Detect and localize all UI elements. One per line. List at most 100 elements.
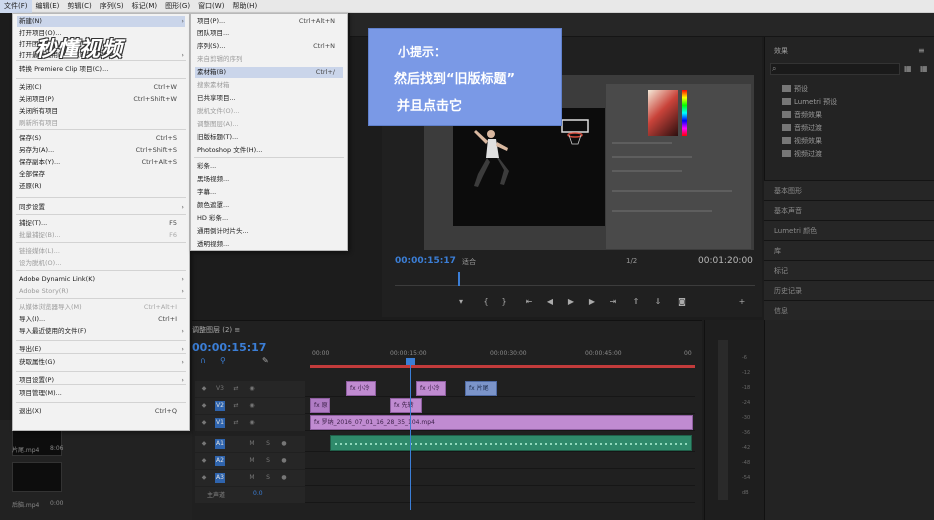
panel-history[interactable]: 历史记录 — [764, 280, 934, 300]
menu-marker[interactable]: 标记(M) — [128, 0, 162, 13]
button-editor-icon[interactable]: + — [736, 296, 748, 308]
step-forward-icon[interactable]: ▶ — [586, 296, 598, 308]
file-menu-item[interactable]: 退出(X) Ctrl+Q — [17, 406, 185, 417]
new-menu-item[interactable]: 彩条... — [195, 161, 343, 172]
menu-clip[interactable]: 剪辑(C) — [63, 0, 95, 13]
timeline-clip[interactable]: fx 原 — [310, 398, 330, 413]
track-target[interactable]: A3 — [215, 473, 225, 483]
panel-menu-icon[interactable]: ≡ — [918, 46, 925, 55]
step-back-icon[interactable]: ◀ — [544, 296, 556, 308]
go-to-in-icon[interactable]: ⇤ — [523, 296, 535, 308]
file-menu-item[interactable]: 关闭项目(P) Ctrl+Shift+W — [17, 94, 185, 105]
playhead-handle[interactable] — [406, 358, 415, 365]
file-menu-item[interactable]: 全部保存 — [17, 169, 185, 180]
timeline-playhead[interactable] — [410, 360, 411, 510]
linked-selection-icon[interactable]: ⚲ — [220, 356, 226, 365]
mic-icon[interactable]: ● — [279, 473, 289, 483]
file-menu-item[interactable]: 项目管理(M)... — [17, 388, 185, 399]
panel-basic-sound[interactable]: 基本声音 — [764, 200, 934, 220]
play-icon[interactable]: ▶ — [565, 296, 577, 308]
new-preset-icon[interactable]: ▦ — [920, 64, 928, 73]
new-menu-item[interactable]: 序列(S)... Ctrl+N — [195, 41, 343, 52]
sync-lock-icon[interactable]: ⇄ — [231, 401, 241, 411]
go-to-out-icon[interactable]: ⇥ — [607, 296, 619, 308]
effects-search-input[interactable] — [770, 63, 900, 75]
new-menu-item[interactable]: 颜色遮罩... — [195, 200, 343, 211]
file-menu-item[interactable]: Adobe Dynamic Link(K) › — [17, 274, 185, 285]
timeline-clip[interactable]: fx 片尾 — [465, 381, 497, 396]
track-target[interactable]: A1 — [215, 439, 225, 449]
mute-button[interactable]: M — [247, 456, 257, 466]
mute-button[interactable]: M — [247, 439, 257, 449]
eye-icon[interactable]: ◉ — [247, 384, 257, 394]
panel-libraries[interactable]: 库 — [764, 240, 934, 260]
extract-icon[interactable]: ⇓ — [652, 296, 664, 308]
effects-folder[interactable]: 视频效果 — [782, 136, 822, 146]
timeline-clip[interactable]: fx 小冷 — [346, 381, 376, 396]
timeline-timecode[interactable]: 00:00:15:17 — [192, 341, 266, 354]
lock-icon[interactable]: ◆ — [199, 456, 209, 466]
file-menu-item[interactable]: 项目设置(P) › — [17, 375, 185, 386]
menu-graphics[interactable]: 图形(G) — [161, 0, 194, 13]
effects-folder[interactable]: Lumetri 预设 — [782, 97, 837, 107]
file-menu-item[interactable]: 转换 Premiere Clip 项目(C)... — [17, 64, 185, 75]
lock-icon[interactable]: ◆ — [199, 384, 209, 394]
current-timecode[interactable]: 00:00:15:17 — [395, 256, 456, 266]
new-menu-item[interactable]: 黑场视频... — [195, 174, 343, 185]
effects-panel-title[interactable]: 效果 — [774, 46, 788, 56]
panel-markers[interactable]: 标记 — [764, 260, 934, 280]
panel-basic-graphics[interactable]: 基本图形 — [764, 180, 934, 200]
lock-icon[interactable]: ◆ — [199, 418, 209, 428]
master-volume[interactable]: 0.0 — [253, 490, 263, 497]
media-thumbnail[interactable] — [12, 462, 62, 492]
file-menu-item[interactable]: 捕捉(T)... F5 — [17, 218, 185, 229]
mute-button[interactable]: M — [247, 473, 257, 483]
eye-icon[interactable]: ◉ — [247, 418, 257, 428]
file-menu-item[interactable]: 还原(R) — [17, 181, 185, 192]
new-menu-item[interactable]: 团队项目... — [195, 28, 343, 39]
menu-edit[interactable]: 编辑(E) — [32, 0, 64, 13]
timeline-title[interactable]: 调整图层 (2) ≡ — [192, 325, 240, 335]
track-target[interactable]: V1 — [215, 418, 225, 428]
new-menu-item[interactable]: 字幕... — [195, 187, 343, 198]
snap-icon[interactable]: ∩ — [200, 356, 206, 365]
file-menu-item[interactable]: 关闭(C) Ctrl+W — [17, 82, 185, 93]
track-target[interactable]: A2 — [215, 456, 225, 466]
new-menu-item[interactable]: Photoshop 文件(H)... — [195, 145, 343, 156]
file-menu-item[interactable]: 另存为(A)... Ctrl+Shift+S — [17, 145, 185, 156]
mark-out-icon[interactable]: } — [498, 296, 510, 308]
export-frame-icon[interactable]: ◙ — [676, 296, 688, 308]
monitor-ruler[interactable] — [395, 276, 755, 286]
track-target[interactable]: V3 — [215, 384, 225, 394]
menu-sequence[interactable]: 序列(S) — [96, 0, 128, 13]
new-menu-item[interactable]: 透明视频... — [195, 239, 343, 250]
wrench-icon[interactable]: ✎ — [262, 356, 269, 365]
eye-icon[interactable]: ◉ — [247, 401, 257, 411]
monitor-playhead[interactable] — [458, 272, 460, 286]
new-menu-item[interactable]: 旧版标题(T)... — [195, 132, 343, 143]
timeline-clip[interactable]: fx 先转 — [390, 398, 422, 413]
panel-info[interactable]: 信息 — [764, 300, 934, 320]
file-menu-item[interactable]: 关闭所有项目 — [17, 106, 185, 117]
file-menu-item[interactable]: 保存副本(Y)... Ctrl+Alt+S — [17, 157, 185, 168]
panel-lumetri-color[interactable]: Lumetri 颜色 — [764, 220, 934, 240]
new-menu-item[interactable]: 素材箱(B) Ctrl+/ — [195, 67, 343, 78]
resolution-select[interactable]: 1/2 — [626, 257, 637, 265]
effects-folder[interactable]: 预设 — [782, 84, 808, 94]
menu-help[interactable]: 帮助(H) — [228, 0, 261, 13]
track-target[interactable]: V2 — [215, 401, 225, 411]
effects-folder[interactable]: 音频过渡 — [782, 123, 822, 133]
effects-folder[interactable]: 音频效果 — [782, 110, 822, 120]
file-menu-item[interactable]: 新建(N) › — [17, 16, 185, 27]
solo-button[interactable]: S — [263, 439, 273, 449]
file-menu-item[interactable]: 同步设置 › — [17, 202, 185, 213]
effects-folder[interactable]: 视频过渡 — [782, 149, 822, 159]
timeline-clip[interactable]: fx 小冷 — [416, 381, 446, 396]
lock-icon[interactable]: ◆ — [199, 401, 209, 411]
new-menu-item[interactable]: 已共享项目... — [195, 93, 343, 104]
solo-button[interactable]: S — [263, 456, 273, 466]
menu-window[interactable]: 窗口(W) — [194, 0, 228, 13]
timeline-clip[interactable]: fx 罗纳_2016_07_01_16_28_35_104.mp4 — [310, 415, 693, 430]
zoom-fit-select[interactable]: 适合 — [462, 257, 476, 267]
file-menu-item[interactable]: 导出(E) › — [17, 344, 185, 355]
